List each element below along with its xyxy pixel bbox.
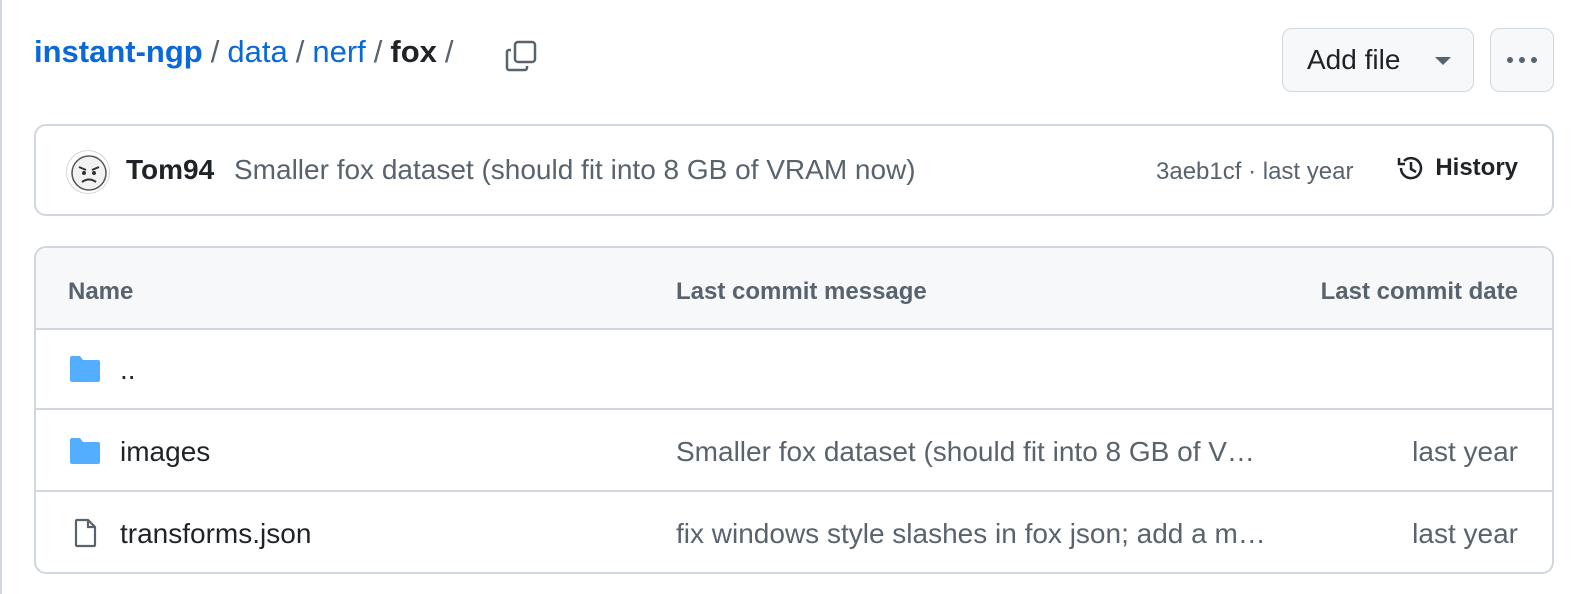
add-file-button[interactable]: Add file <box>1282 28 1474 92</box>
folder-icon <box>70 356 100 382</box>
table-row[interactable]: images Smaller fox dataset (should fit i… <box>36 412 1552 492</box>
breadcrumb: instant-ngp / data / nerf / fox / <box>34 34 462 70</box>
table-row-parent-directory[interactable]: .. <box>36 330 1552 410</box>
breadcrumb-separator: / <box>373 34 383 69</box>
breadcrumb-separator: / <box>210 34 220 69</box>
copy-icon <box>505 40 537 72</box>
more-options-button[interactable] <box>1490 28 1554 92</box>
file-navigation-bar: instant-ngp / data / nerf / fox / Add fi… <box>34 26 1554 92</box>
file-name-link[interactable]: .. <box>120 354 136 386</box>
table-row[interactable]: transforms.json fix windows style slashe… <box>36 494 1552 572</box>
file-name-link[interactable]: transforms.json <box>120 518 311 550</box>
copy-path-button[interactable] <box>504 38 540 74</box>
header-name: Name <box>68 278 134 305</box>
chevron-down-icon <box>1435 57 1451 65</box>
header-last-commit-message: Last commit message <box>676 278 927 305</box>
avatar[interactable] <box>66 150 110 194</box>
commit-date: last year <box>1412 436 1518 467</box>
breadcrumb-repo-link[interactable]: instant-ngp <box>34 34 203 70</box>
commit-message-link[interactable]: Smaller fox dataset (should fit into 8 G… <box>676 436 1255 468</box>
left-divider <box>0 0 2 594</box>
history-icon <box>1398 156 1423 180</box>
history-button[interactable]: History <box>1395 152 1518 184</box>
commit-message-link[interactable]: Smaller fox dataset (should fit into 8 G… <box>234 154 916 186</box>
avatar-face-icon <box>71 155 107 191</box>
history-label: History <box>1435 154 1518 181</box>
file-icon <box>74 518 97 548</box>
breadcrumb-separator: / <box>444 34 454 69</box>
breadcrumb-current: fox <box>390 34 437 69</box>
folder-icon <box>70 438 100 464</box>
add-file-label: Add file <box>1307 44 1401 75</box>
table-header: Name Last commit message Last commit dat… <box>36 248 1552 330</box>
latest-commit-bar: Tom94 Smaller fox dataset (should fit in… <box>34 124 1554 216</box>
commit-date: last year <box>1412 518 1518 549</box>
commit-message-link[interactable]: fix windows style slashes in fox json; a… <box>676 518 1266 550</box>
file-table: Name Last commit message Last commit dat… <box>34 246 1554 574</box>
header-last-commit-date: Last commit date <box>1320 278 1518 305</box>
breadcrumb-nerf-link[interactable]: nerf <box>312 34 365 70</box>
commit-hash-and-time[interactable]: 3aeb1cf · last year <box>1156 158 1353 186</box>
breadcrumb-separator: / <box>295 34 305 69</box>
commit-author-link[interactable]: Tom94 <box>126 154 214 186</box>
file-name-link[interactable]: images <box>120 436 210 468</box>
breadcrumb-data-link[interactable]: data <box>227 34 287 70</box>
kebab-horizontal-icon <box>1507 57 1537 63</box>
